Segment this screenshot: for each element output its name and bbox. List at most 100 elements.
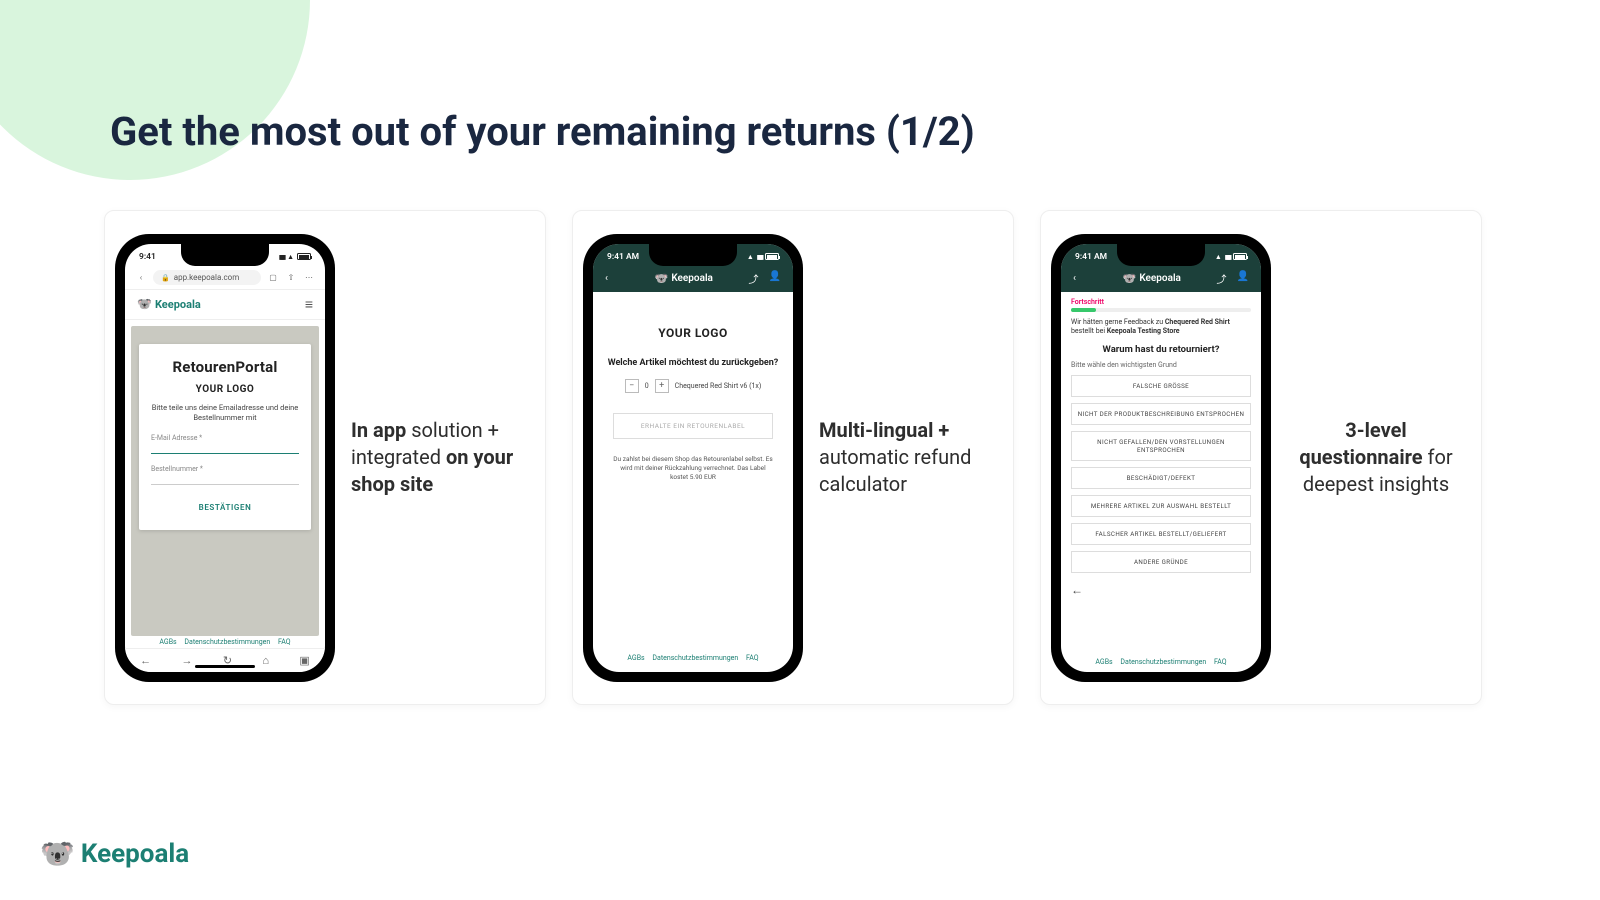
battery-icon xyxy=(765,253,779,260)
wifi-icon xyxy=(1215,252,1222,262)
order-field[interactable]: Bestellnummer * xyxy=(151,464,299,485)
keepoala-logo: 🐨 Keepoala xyxy=(137,297,201,311)
portal-hero: RetourenPortal YOUR LOGO Bitte teile uns… xyxy=(131,326,319,636)
koala-icon: 🐨 xyxy=(40,837,75,870)
phone-mock-3: 9:41 AM ‹ 🐨 Keepoala ⤴ 👤 xyxy=(1051,234,1271,682)
quantity-stepper[interactable]: − 0 + xyxy=(625,379,669,393)
phone1-screen: 9:41 ‹ app.keepoala.com ▢ ⇧ ⋯ xyxy=(125,244,325,672)
link-faq[interactable]: FAQ xyxy=(1214,658,1227,666)
battery-icon xyxy=(1233,253,1247,260)
browser-bar: ‹ app.keepoala.com ▢ ⇧ ⋯ xyxy=(125,266,325,290)
link-agb[interactable]: AGBs xyxy=(159,638,176,646)
refund-note: Du zahlst bei diesem Shop das Retourenla… xyxy=(613,455,773,481)
slide-title: Get the most out of your remaining retur… xyxy=(110,108,975,155)
nav-fwd-icon[interactable]: → xyxy=(182,654,193,667)
link-privacy[interactable]: Datenschutzbestimmungen xyxy=(652,654,738,662)
reason-option[interactable]: NICHT DER PRODUKTBESCHREIBUNG ENTSPROCHE… xyxy=(1071,403,1251,425)
reason-option[interactable]: ANDERE GRÜNDE xyxy=(1071,551,1251,573)
signal-icon xyxy=(757,252,762,262)
koala-icon: 🐨 xyxy=(1123,272,1137,285)
card-row: 9:41 ‹ app.keepoala.com ▢ ⇧ ⋯ xyxy=(104,210,1482,705)
email-label: E-Mail Adresse * xyxy=(151,434,202,442)
phone2-body: YOUR LOGO Welche Artikel möchtest du zur… xyxy=(593,292,793,482)
wifi-icon xyxy=(747,252,754,262)
footer-links: AGBs Datenschutzbestimmungen FAQ xyxy=(593,654,793,662)
koala-icon: 🐨 xyxy=(655,272,669,285)
plus-button[interactable]: + xyxy=(655,379,669,393)
order-label: Bestellnummer * xyxy=(151,465,203,473)
option-list: FALSCHE GRÖSSE NICHT DER PRODUKTBESCHREI… xyxy=(1071,375,1251,573)
notch xyxy=(649,244,737,266)
progress-label: Fortschritt xyxy=(1071,298,1251,306)
clock: 9:41 xyxy=(139,252,156,262)
share-icon[interactable]: ⤴ xyxy=(1217,271,1227,286)
link-privacy[interactable]: Datenschutzbestimmungen xyxy=(184,638,270,646)
brand-row: 🐨 Keepoala ≡ xyxy=(125,290,325,320)
link-privacy[interactable]: Datenschutzbestimmungen xyxy=(1120,658,1206,666)
keepoala-logo: 🐨 Keepoala xyxy=(1123,272,1181,285)
phone2-screen: 9:41 AM ‹ 🐨 Keepoala ⤴ 👤 xyxy=(593,244,793,672)
caption-1: In app solution + integrated on your sho… xyxy=(345,417,535,498)
nav-tabs-icon[interactable]: ▣ xyxy=(299,654,309,667)
hamburger-icon[interactable]: ≡ xyxy=(305,296,313,313)
quantity-value: 0 xyxy=(639,382,655,390)
share-up-icon[interactable]: ⇧ xyxy=(285,273,297,282)
back-icon[interactable]: ‹ xyxy=(135,273,147,282)
progress-bar xyxy=(1071,308,1251,312)
reader-icon[interactable]: ▢ xyxy=(267,273,279,282)
reason-option[interactable]: NICHT GEFALLEN/DEN VORSTELLUNGEN ENTSPRO… xyxy=(1071,431,1251,461)
email-field[interactable]: E-Mail Adresse * xyxy=(151,433,299,454)
reason-option[interactable]: FALSCHER ARTIKEL BESTELLT/GELIEFERT xyxy=(1071,523,1251,545)
more-icon[interactable]: ⋯ xyxy=(303,273,315,282)
app-bar: ‹ 🐨 Keepoala ⤴ 👤 xyxy=(1061,266,1261,292)
phone-mock-2: 9:41 AM ‹ 🐨 Keepoala ⤴ 👤 xyxy=(583,234,803,682)
reason-option[interactable]: FALSCHE GRÖSSE xyxy=(1071,375,1251,397)
reason-option[interactable]: MEHRERE ARTIKEL ZUR AUSWAHL BESTELLT xyxy=(1071,495,1251,517)
notch xyxy=(1117,244,1205,266)
caption-3: 3-level questionnaire for deepest insigh… xyxy=(1281,417,1471,498)
link-faq[interactable]: FAQ xyxy=(278,638,291,646)
signal-icon xyxy=(1225,252,1230,262)
nav-back-icon[interactable]: ← xyxy=(140,654,151,667)
profile-icon[interactable]: 👤 xyxy=(1237,271,1249,286)
reason-option[interactable]: BESCHÄDIGT/DEFEKT xyxy=(1071,467,1251,489)
get-label-button[interactable]: ERHALTE EIN RETOURENLABEL xyxy=(613,413,773,439)
clock: 9:41 AM xyxy=(607,252,639,262)
signal-icon xyxy=(279,252,284,262)
battery-icon xyxy=(297,253,311,260)
portal-card: RetourenPortal YOUR LOGO Bitte teile uns… xyxy=(139,344,311,530)
koala-icon: 🐨 xyxy=(137,297,152,311)
minus-button[interactable]: − xyxy=(625,379,639,393)
confirm-button[interactable]: BESTÄTIGEN xyxy=(151,503,299,512)
feedback-intro: Wir hätten gerne Feedback zu Chequered R… xyxy=(1071,318,1251,337)
link-agb[interactable]: AGBs xyxy=(1095,658,1112,666)
item-name: Chequered Red Shirt v6 (1x) xyxy=(675,382,762,390)
clock: 9:41 AM xyxy=(1075,252,1107,262)
item-row: − 0 + Chequered Red Shirt v6 (1x) xyxy=(607,379,779,393)
card-questionnaire: 9:41 AM ‹ 🐨 Keepoala ⤴ 👤 xyxy=(1040,210,1482,705)
brand-footer: 🐨 Keepoala xyxy=(40,837,189,870)
question-heading: Warum hast du retourniert? xyxy=(1071,344,1251,355)
your-logo-placeholder: YOUR LOGO xyxy=(607,326,779,340)
lock-icon xyxy=(161,273,170,282)
back-icon[interactable]: ‹ xyxy=(1073,273,1087,284)
browser-bottom-nav: ← → ↻ ⌂ ▣ xyxy=(125,648,325,672)
card-in-app: 9:41 ‹ app.keepoala.com ▢ ⇧ ⋯ xyxy=(104,210,546,705)
nav-home-icon[interactable]: ⌂ xyxy=(262,654,269,667)
phone3-screen: 9:41 AM ‹ 🐨 Keepoala ⤴ 👤 xyxy=(1061,244,1261,672)
portal-desc: Bitte teile uns deine Emailadresse und d… xyxy=(151,403,299,423)
share-icon[interactable]: ⤴ xyxy=(749,271,759,286)
return-question: Welche Artikel möchtest du zurückgeben? xyxy=(607,358,779,370)
address-bar[interactable]: app.keepoala.com xyxy=(153,270,261,285)
footer-links: AGBs Datenschutzbestimmungen FAQ xyxy=(125,638,325,646)
portal-title: RetourenPortal xyxy=(151,358,299,376)
back-icon[interactable]: ‹ xyxy=(605,273,619,284)
brand-name: Keepoala xyxy=(81,839,189,869)
link-agb[interactable]: AGBs xyxy=(627,654,644,662)
footer-links: AGBs Datenschutzbestimmungen FAQ xyxy=(1061,658,1261,666)
link-faq[interactable]: FAQ xyxy=(746,654,759,662)
question-sub: Bitte wähle den wichtigsten Grund xyxy=(1071,361,1251,369)
profile-icon[interactable]: 👤 xyxy=(769,271,781,286)
phone-mock-1: 9:41 ‹ app.keepoala.com ▢ ⇧ ⋯ xyxy=(115,234,335,682)
back-arrow-icon[interactable]: ← xyxy=(1071,583,1251,597)
